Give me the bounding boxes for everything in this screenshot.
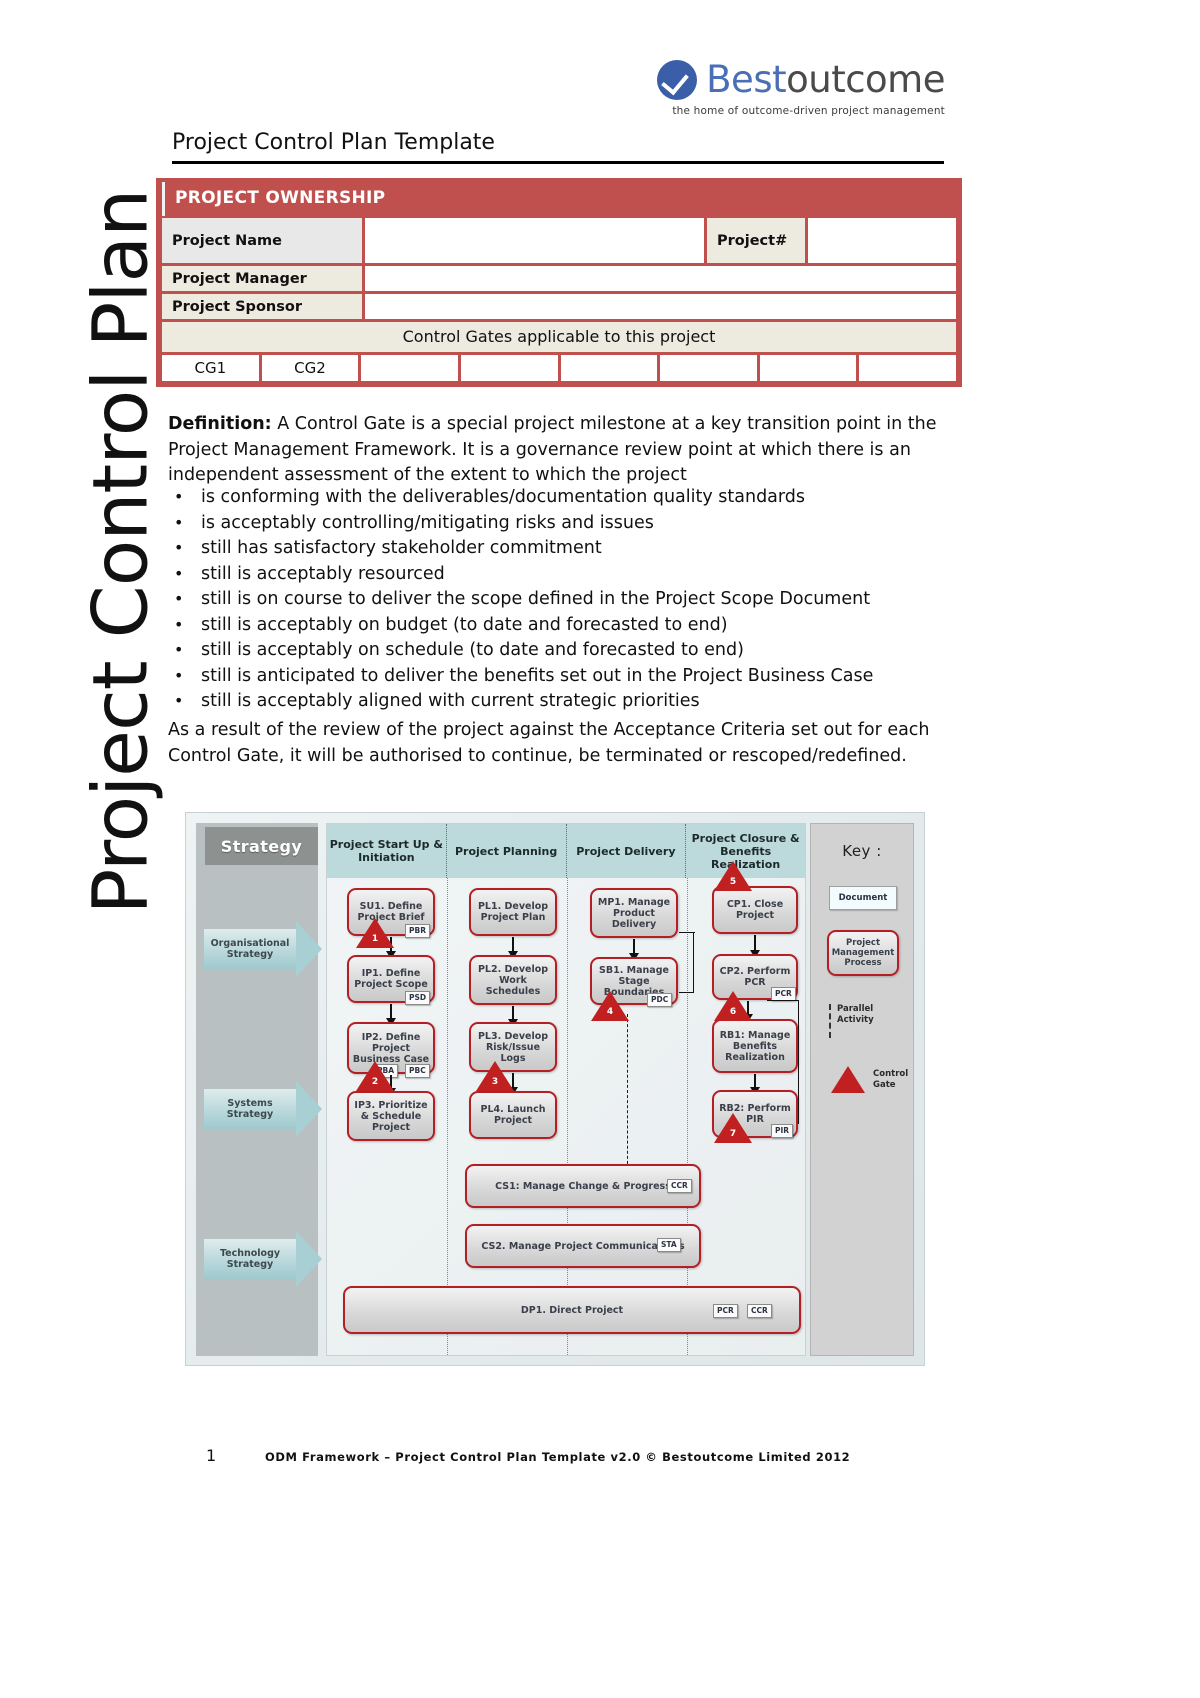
field-project-sponsor[interactable] bbox=[365, 294, 956, 319]
process-box-pl4[interactable]: PL4. Launch Project bbox=[469, 1091, 557, 1139]
strategy-lane-label: Organisational Strategy bbox=[204, 929, 296, 969]
closing-paragraph: As a result of the review of the project… bbox=[168, 720, 930, 766]
doc-tag-pbc: PBC bbox=[405, 1064, 430, 1078]
logo-word-outcome: outcome bbox=[786, 58, 945, 101]
doc-tag-ccr: CCR bbox=[667, 1179, 692, 1193]
table-row: Project Manager bbox=[160, 266, 958, 294]
list-item: still is acceptably resourced bbox=[168, 561, 950, 588]
table-row: Project Name Project# bbox=[160, 218, 958, 266]
control-gate-4[interactable]: 4 bbox=[591, 991, 629, 1021]
list-item: still is acceptably on budget (to date a… bbox=[168, 612, 950, 639]
check-circle-icon bbox=[657, 59, 698, 100]
control-gate-cell-3[interactable] bbox=[361, 355, 458, 381]
process-box-cs1[interactable]: CS1: Manage Change & Progress bbox=[465, 1164, 701, 1208]
strategy-lane-label: Systems Strategy bbox=[204, 1089, 296, 1129]
control-gate-cell-1[interactable]: CG1 bbox=[162, 355, 259, 381]
doc-tag-pbr: PBR bbox=[405, 924, 430, 938]
field-project-number[interactable] bbox=[808, 218, 956, 263]
process-box-rb1[interactable]: RB1: Manage Benefits Realization bbox=[712, 1019, 798, 1073]
list-item: is conforming with the deliverables/docu… bbox=[168, 484, 950, 511]
title-divider bbox=[172, 161, 944, 164]
arrow-tip-icon bbox=[296, 921, 322, 977]
control-gate-1[interactable]: 1 bbox=[356, 918, 394, 948]
triangle-gate-icon bbox=[831, 1066, 865, 1093]
list-item: is acceptably controlling/mitigating ris… bbox=[168, 510, 950, 537]
doc-tag-pdc: PDC bbox=[647, 993, 673, 1007]
strategy-lane-organisational: Organisational Strategy bbox=[204, 921, 336, 977]
arrow-tip-icon bbox=[296, 1231, 322, 1287]
control-gate-2[interactable]: 2 bbox=[356, 1061, 394, 1091]
doc-tag-pcr: PCR bbox=[771, 987, 796, 1001]
arrow-tip-icon bbox=[296, 1081, 322, 1137]
definition-paragraph: Definition: A Control Gate is a special … bbox=[168, 412, 950, 489]
label-project-number: Project# bbox=[707, 218, 805, 263]
control-gate-cell-8[interactable] bbox=[859, 355, 956, 381]
list-item: still is anticipated to deliver the bene… bbox=[168, 663, 950, 690]
control-gate-cell-2[interactable]: CG2 bbox=[261, 355, 359, 381]
control-gate-cell-4[interactable] bbox=[460, 355, 558, 381]
control-gate-6[interactable]: 6 bbox=[714, 991, 752, 1021]
ownership-banner: PROJECT OWNERSHIP bbox=[162, 182, 958, 216]
criteria-list: is conforming with the deliverables/docu… bbox=[168, 484, 950, 715]
logo-tagline: the home of outcome-driven project manag… bbox=[672, 105, 945, 117]
brand-logo: Bestoutcome the home of outcome-driven p… bbox=[645, 58, 945, 117]
control-gate-cell-5[interactable] bbox=[560, 355, 658, 381]
label-project-sponsor: Project Sponsor bbox=[162, 294, 362, 319]
diagram-key-panel: Key : Document Project Management Proces… bbox=[810, 823, 914, 1356]
dashed-line-icon bbox=[829, 1004, 831, 1038]
project-ownership-table: PROJECT OWNERSHIP Project Name Project# … bbox=[156, 178, 962, 387]
page-side-title: Project Control Plan bbox=[75, 189, 165, 915]
doc-tag-sta: STA bbox=[657, 1238, 681, 1252]
list-item: still is acceptably aligned with current… bbox=[168, 688, 950, 715]
control-gate-cell-6[interactable] bbox=[660, 355, 757, 381]
control-gate-7[interactable]: 7 bbox=[714, 1113, 752, 1143]
list-item: still is on course to deliver the scope … bbox=[168, 586, 950, 613]
column-header-delivery: Project Delivery bbox=[567, 824, 687, 878]
key-parallel-activity: Parallel Activity bbox=[829, 1004, 909, 1038]
strategy-lane-technology: Technology Strategy bbox=[204, 1231, 336, 1287]
list-item: still has satisfactory stakeholder commi… bbox=[168, 535, 950, 562]
definition-text: A Control Gate is a special project mile… bbox=[168, 414, 937, 485]
column-header-planning: Project Planning bbox=[447, 824, 567, 878]
process-box-pl1[interactable]: PL1. Develop Project Plan bbox=[469, 888, 557, 936]
process-columns: Project Start Up & Initiation Project Pl… bbox=[326, 823, 806, 1356]
logo-word-best: Best bbox=[706, 58, 787, 101]
doc-tag-psd: PSD bbox=[405, 991, 431, 1005]
key-control-gate: Control Gate bbox=[831, 1066, 911, 1093]
process-box-mp1[interactable]: MP1. Manage Product Delivery bbox=[590, 888, 678, 938]
process-box-cp1[interactable]: CP1. Close Project bbox=[712, 886, 798, 934]
key-control-gate-label: Control Gate bbox=[873, 1068, 909, 1090]
control-gate-3[interactable]: 3 bbox=[476, 1061, 514, 1091]
key-document-swatch: Document bbox=[829, 886, 897, 910]
control-gate-5[interactable]: 5 bbox=[714, 861, 752, 891]
key-parallel-label: Parallel Activity bbox=[837, 1004, 874, 1025]
page-title: Project Control Plan Template bbox=[172, 130, 495, 155]
control-gates-caption: Control Gates applicable to this project bbox=[162, 322, 956, 352]
doc-tag-dp-pcr: PCR bbox=[713, 1304, 738, 1318]
page-number: 1 bbox=[206, 1446, 217, 1465]
key-title: Key : bbox=[842, 842, 882, 860]
process-box-ip3[interactable]: IP3. Prioritize & Schedule Project bbox=[347, 1091, 435, 1141]
column-header-startup: Project Start Up & Initiation bbox=[327, 824, 447, 878]
footer-text: ODM Framework – Project Control Plan Tem… bbox=[265, 1450, 851, 1464]
control-gates-row: CG1 CG2 bbox=[160, 355, 958, 383]
label-project-name: Project Name bbox=[162, 218, 362, 263]
field-project-manager[interactable] bbox=[365, 266, 956, 291]
doc-tag-pir: PIR bbox=[771, 1124, 794, 1138]
label-project-manager: Project Manager bbox=[162, 266, 362, 291]
key-process-swatch: Project Management Process bbox=[827, 930, 899, 976]
field-project-name[interactable] bbox=[365, 218, 704, 263]
strategy-lane-label: Technology Strategy bbox=[204, 1239, 296, 1279]
table-row: Project Sponsor bbox=[160, 294, 958, 322]
odm-framework-diagram: Strategy Organisational Strategy Systems… bbox=[185, 812, 925, 1366]
process-box-pl2[interactable]: PL2. Develop Work Schedules bbox=[469, 955, 557, 1005]
control-gate-cell-7[interactable] bbox=[759, 355, 857, 381]
strategy-lane-systems: Systems Strategy bbox=[204, 1081, 336, 1137]
definition-label: Definition: bbox=[168, 414, 272, 434]
doc-tag-dp-ccr: CCR bbox=[747, 1304, 772, 1318]
strategy-header: Strategy bbox=[205, 827, 318, 865]
list-item: still is acceptably on schedule (to date… bbox=[168, 637, 950, 664]
